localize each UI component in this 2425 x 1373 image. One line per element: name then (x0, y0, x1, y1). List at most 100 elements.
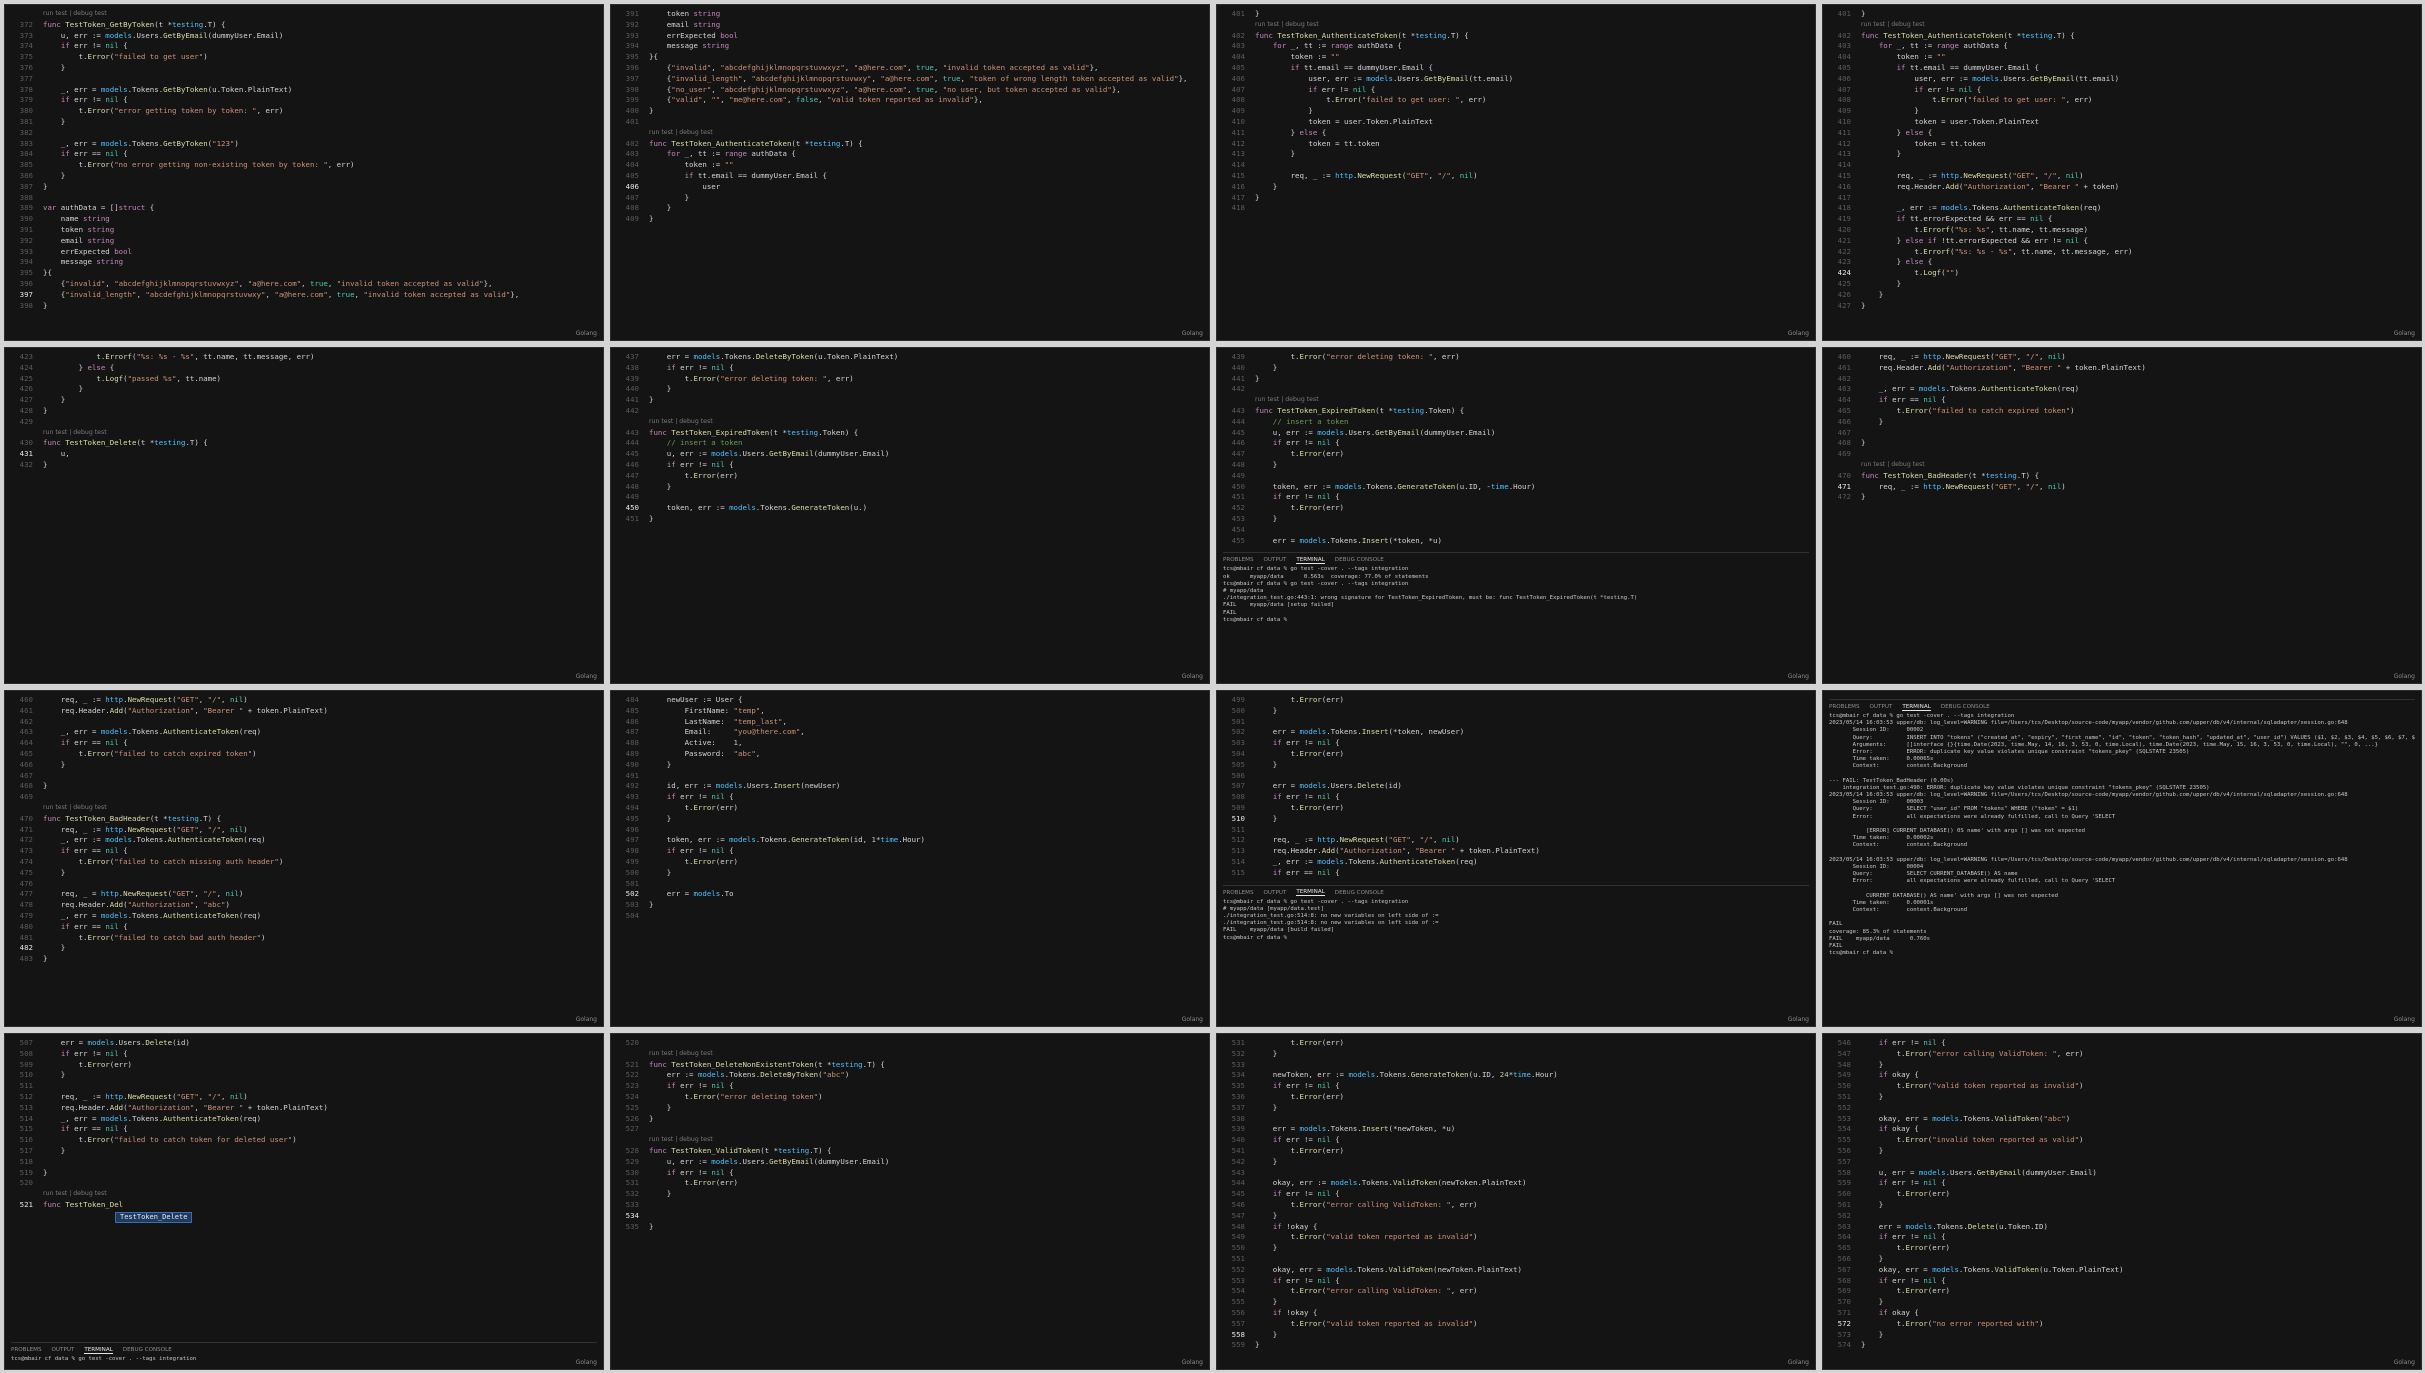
language-status[interactable]: Golang (1788, 1016, 1809, 1023)
editor-panel[interactable]: 507 err = models.Users.Delete(id) 508 if … (4, 1033, 604, 1370)
editor-panel[interactable]: 437 err = models.Tokens.DeleteByToken(u.… (610, 347, 1210, 684)
tab-debug-console[interactable]: DEBUG CONSOLE (1335, 890, 1384, 896)
code-editor[interactable]: 391 token string 392 email string 393 errE… (611, 9, 1209, 225)
code-editor[interactable]: 484 newUser := User {485 FirstName: "tem… (611, 695, 1209, 922)
tab-terminal[interactable]: TERMINAL (1296, 889, 1325, 897)
terminal-output[interactable]: tcs@mbair cf data % go test -cover . --t… (1223, 566, 1809, 624)
code-lens[interactable]: run test | debug test (5, 1189, 603, 1200)
editor-panel[interactable]: 531 t.Error(err) 532 } 533 534 newToken, er… (1216, 1033, 1816, 1370)
editor-panel[interactable]: 499 t.Error(err) 500 } 501 502 err = models… (1216, 690, 1816, 1027)
language-status[interactable]: Golang (1788, 330, 1809, 337)
code-line: 552 okay, err = models.Tokens.ValidToken… (1217, 1265, 1815, 1276)
code-lens[interactable]: run test | debug test (611, 128, 1209, 139)
run-test-link[interactable]: run test | debug test (1255, 20, 1319, 31)
code-lens[interactable]: run test | debug test (1217, 20, 1815, 31)
run-test-link[interactable]: run test | debug test (649, 417, 713, 428)
tab-output[interactable]: OUTPUT (1264, 557, 1287, 563)
editor-panel[interactable]: run test | debug test 372 func TestToken_G… (4, 4, 604, 341)
editor-panel[interactable]: 401} run test | debug test 402 func TestTok… (1216, 4, 1816, 341)
code-lens[interactable]: run test | debug test (611, 1135, 1209, 1146)
code-text: if tt.errorExpected && err == nil { (1896, 214, 2053, 224)
language-status[interactable]: Golang (576, 1016, 597, 1023)
code-lens[interactable]: run test | debug test (1217, 395, 1815, 406)
code-editor[interactable]: 520 run test | debug test 521 func TestToke… (611, 1038, 1209, 1232)
run-test-link[interactable]: run test | debug test (43, 803, 107, 814)
terminal-output[interactable]: tcs@mbair cf data % go test -cover . --t… (1223, 899, 1809, 942)
language-status[interactable]: Golang (1788, 1359, 1809, 1366)
code-lens[interactable]: run test | debug test (5, 428, 603, 439)
language-status[interactable]: Golang (2394, 673, 2415, 680)
language-status[interactable]: Golang (2394, 330, 2415, 337)
language-status[interactable]: Golang (2394, 1016, 2415, 1023)
tab-output[interactable]: OUTPUT (1870, 704, 1893, 710)
run-test-link[interactable]: run test | debug test (43, 428, 107, 439)
editor-panel[interactable]: 401} run test | debug test 402 func TestTok… (1822, 4, 2422, 341)
code-editor[interactable]: 531 t.Error(err) 532 } 533 534 newToken, er… (1217, 1038, 1815, 1351)
tab-terminal[interactable]: TERMINAL (1902, 704, 1931, 711)
code-lens[interactable]: run test | debug test (611, 417, 1209, 428)
code-lens[interactable]: run test | debug test (1823, 460, 2421, 471)
editor-panel[interactable]: 460 req, _ := http.NewRequest("GET", "/"… (4, 690, 604, 1027)
code-lens[interactable]: run test | debug test (5, 9, 603, 20)
run-test-link[interactable]: run test | debug test (649, 128, 713, 139)
code-text: if tt.email == dummyUser.Email { (1290, 62, 1434, 72)
language-status[interactable]: Golang (2394, 1359, 2415, 1366)
run-test-link[interactable]: run test | debug test (1861, 20, 1925, 31)
code-editor[interactable]: 507 err = models.Users.Delete(id) 508 if … (5, 1038, 603, 1211)
tab-output[interactable]: OUTPUT (1264, 890, 1287, 896)
editor-panel[interactable]: 423 t.Errorf("%s: %s - %s", tt.name, tt.… (4, 347, 604, 684)
run-test-link[interactable]: run test | debug test (649, 1049, 713, 1060)
code-editor[interactable]: 499 t.Error(err) 500 } 501 502 err = models… (1217, 695, 1815, 879)
tab-problems[interactable]: PROBLEMS (11, 1347, 42, 1353)
tab-terminal[interactable]: TERMINAL (1296, 557, 1325, 564)
editor-panel[interactable]: 460 req, _ := http.NewRequest("GET", "/"… (1822, 347, 2422, 684)
autocomplete-suggestion[interactable]: TestToken_Delete (115, 1211, 193, 1223)
tab-problems[interactable]: PROBLEMS (1223, 557, 1254, 563)
editor-panel[interactable]: 391 token string 392 email string 393 errE… (610, 4, 1210, 341)
line-number: 537 (1231, 1102, 1245, 1112)
code-editor[interactable]: 460 req, _ := http.NewRequest("GET", "/"… (5, 695, 603, 965)
tab-debug-console[interactable]: DEBUG CONSOLE (1941, 704, 1990, 710)
tab-problems[interactable]: PROBLEMS (1223, 890, 1254, 896)
code-lens[interactable]: run test | debug test (5, 803, 603, 814)
tab-output[interactable]: OUTPUT (52, 1347, 75, 1353)
editor-panel[interactable]: 546 if err != nil {547 t.Error("error ca… (1822, 1033, 2422, 1370)
code-editor[interactable]: 439 t.Error("error deleting token: ", er… (1217, 352, 1815, 546)
language-status[interactable]: Golang (576, 330, 597, 337)
language-status[interactable]: Golang (576, 1359, 597, 1366)
code-lens[interactable]: run test | debug test (1823, 20, 2421, 31)
editor-panel[interactable]: 439 t.Error("error deleting token: ", er… (1216, 347, 1816, 684)
code-line: 549 if okay { (1823, 1070, 2421, 1081)
run-test-link[interactable]: run test | debug test (649, 1135, 713, 1146)
run-test-link[interactable]: run test | debug test (43, 9, 107, 20)
code-editor[interactable]: run test | debug test 372 func TestToken_G… (5, 9, 603, 311)
language-status[interactable]: Golang (1182, 1016, 1203, 1023)
language-status[interactable]: Golang (1788, 673, 1809, 680)
tab-terminal[interactable]: TERMINAL (84, 1347, 113, 1354)
code-editor[interactable]: 437 err = models.Tokens.DeleteByToken(u.… (611, 352, 1209, 525)
run-test-link[interactable]: run test | debug test (1861, 460, 1925, 471)
code-editor[interactable]: 423 t.Errorf("%s: %s - %s", tt.name, tt.… (5, 352, 603, 471)
code-lens[interactable]: run test | debug test (611, 1049, 1209, 1060)
terminal-output[interactable]: tcs@mbair cf data % go test -cover . --t… (1829, 713, 2415, 957)
editor-panel[interactable]: 520 run test | debug test 521 func TestToke… (610, 1033, 1210, 1370)
terminal-output[interactable]: tcs@mbair cf data % go test -cover . --t… (11, 1356, 597, 1363)
tab-debug-console[interactable]: DEBUG CONSOLE (123, 1347, 172, 1353)
language-status[interactable]: Golang (1182, 673, 1203, 680)
language-status[interactable]: Golang (1182, 1359, 1203, 1366)
run-test-link[interactable]: run test | debug test (43, 1189, 107, 1200)
editor-panel[interactable]: 484 newUser := User {485 FirstName: "tem… (610, 690, 1210, 1027)
tab-debug-console[interactable]: DEBUG CONSOLE (1335, 557, 1384, 563)
line-number: 560 (1837, 1189, 1851, 1199)
run-test-link[interactable]: run test | debug test (1255, 395, 1319, 406)
code-editor[interactable]: 460 req, _ := http.NewRequest("GET", "/"… (1823, 352, 2421, 503)
code-editor[interactable]: 546 if err != nil {547 t.Error("error ca… (1823, 1038, 2421, 1351)
language-status[interactable]: Golang (576, 673, 597, 680)
code-editor[interactable]: 401} run test | debug test 402 func TestTok… (1823, 9, 2421, 311)
code-text: } else { (1861, 127, 1933, 137)
tab-problems[interactable]: PROBLEMS (1829, 704, 1860, 710)
editor-panel[interactable]: PROBLEMS OUTPUT TERMINAL DEBUG CONSOLE tcs@m… (1822, 690, 2422, 1027)
code-editor[interactable]: 401} run test | debug test 402 func TestTok… (1217, 9, 1815, 214)
language-status[interactable]: Golang (1182, 330, 1203, 337)
code-text: t.Error("error calling ValidToken: ", er… (1255, 1199, 1478, 1209)
